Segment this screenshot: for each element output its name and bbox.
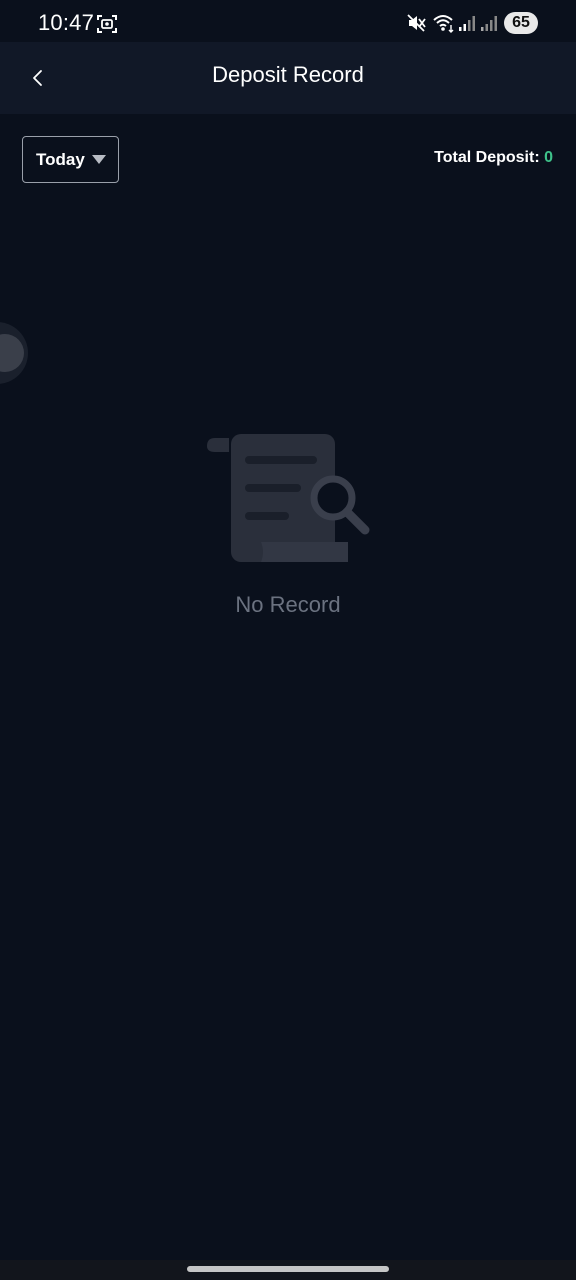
floating-side-button[interactable] [0, 322, 28, 384]
empty-state-message: No Record [235, 592, 341, 617]
date-filter-dropdown[interactable]: Today [22, 136, 119, 183]
status-time: 10:47 [38, 10, 95, 35]
total-deposit: Total Deposit: 0 [434, 149, 553, 167]
status-bar: 10:47 65 [0, 0, 576, 42]
document-search-icon [207, 434, 370, 562]
page-title: Deposit Record [212, 62, 364, 87]
mute-icon [407, 14, 426, 32]
deposit-record-screen: 10:47 65 Deposit Record Today Total Depo… [0, 0, 576, 1280]
app-header: Deposit Record [0, 42, 576, 114]
screenshot-icon [97, 15, 117, 33]
home-indicator[interactable] [187, 1266, 389, 1272]
total-deposit-value: 0 [544, 149, 553, 166]
date-filter-label: Today [36, 149, 85, 169]
signal-icon [459, 16, 475, 31]
wifi-icon [433, 15, 454, 33]
floating-button-knob [0, 334, 24, 372]
total-deposit-label: Total Deposit: [434, 149, 545, 166]
signal-icon [481, 16, 497, 31]
caret-down-icon [92, 155, 106, 164]
battery-indicator: 65 [504, 12, 538, 34]
